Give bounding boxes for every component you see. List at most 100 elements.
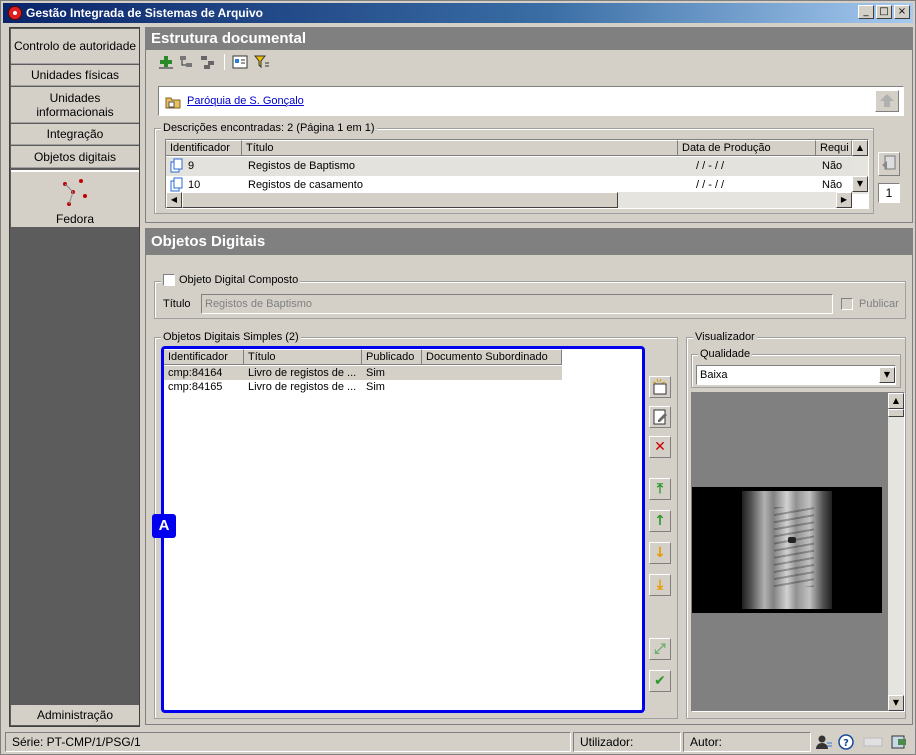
composto-checkbox[interactable] (163, 274, 175, 286)
expand-button[interactable]: ⤢ (649, 638, 671, 660)
app-window: Gestão Integrada de Sistemas de Arquivo … (0, 0, 916, 755)
cell-data: / / - / / (696, 179, 725, 191)
table-row[interactable]: cmp:84164 Livro de registos de ... Sim (164, 366, 562, 380)
arrow-up-icon: ↑ (654, 513, 666, 529)
check-icon: ✔ (654, 673, 666, 689)
up-level-button[interactable] (875, 90, 899, 112)
sidebar-item-controlo-autoridade[interactable]: Controlo de autoridade (11, 29, 139, 64)
new-icon (652, 378, 667, 395)
breadcrumb: Paróquia de S. Gonçalo (158, 86, 904, 116)
column-header[interactable]: Título (242, 140, 678, 156)
column-header[interactable]: Requi (816, 140, 852, 156)
app-icon (8, 6, 22, 20)
table-row[interactable]: 9 Registos de Baptismo / / - / / Não (166, 157, 852, 176)
new-object-button[interactable] (649, 376, 671, 398)
sidebar-item-label: Fedora (55, 212, 95, 226)
scroll-right-button[interactable]: ▶ (836, 192, 852, 208)
column-header[interactable]: Identificador (166, 140, 242, 156)
sidebar-item-administracao[interactable]: Administração (11, 705, 139, 725)
qualidade-select[interactable]: Baixa ▼ (696, 365, 896, 385)
cell-id: 9 (188, 160, 195, 172)
descricoes-table: Identificador Título Data de Produção Re… (165, 139, 869, 209)
cell-id: 10 (188, 179, 201, 191)
move-down-button[interactable]: ↓ (649, 542, 671, 564)
filter-icon[interactable] (254, 54, 270, 70)
delete-icon: ✕ (654, 439, 666, 455)
edit-object-button[interactable] (649, 406, 671, 428)
table-row[interactable]: cmp:84165 Livro de registos de ... Sim (164, 380, 562, 394)
cell-requi: Não (822, 160, 843, 172)
page-navigate-button[interactable] (878, 152, 900, 176)
delete-object-button[interactable]: ✕ (649, 436, 671, 458)
breadcrumb-link[interactable]: Paróquia de S. Gonçalo (187, 95, 304, 107)
user-icon[interactable] (815, 734, 833, 750)
vertical-scrollbar[interactable]: ▲ ▼ (852, 140, 868, 194)
horizontal-scrollbar[interactable]: ◀ ▶ (166, 192, 852, 208)
tree-icon[interactable] (178, 54, 194, 70)
sidebar-item-unidades-fisicas[interactable]: Unidades físicas (11, 65, 139, 86)
expand-icon: ⤢ (654, 641, 666, 657)
simples-table: Identificador Título Publicado Documento… (163, 348, 645, 712)
arrow-down-icon: ↓ (654, 545, 666, 561)
cell-titulo: Livro de registos de ... (248, 381, 357, 393)
simples-group: Objetos Digitais Simples (2) Identificad… (154, 331, 678, 719)
maximize-button[interactable]: □ (876, 5, 892, 19)
column-header[interactable]: Identificador (164, 349, 244, 365)
move-top-button[interactable]: ⤒ (649, 478, 671, 500)
report-icon[interactable] (232, 54, 248, 70)
column-header[interactable]: Título (244, 349, 362, 365)
cell-publicado: Sim (366, 381, 385, 393)
tree-multi-icon[interactable] (200, 54, 216, 70)
sidebar-item-objetos-digitais[interactable]: Objetos digitais (11, 146, 139, 168)
publicar-checkbox[interactable] (841, 298, 853, 310)
move-up-button[interactable]: ↑ (649, 510, 671, 532)
page-number-field[interactable]: 1 (878, 183, 900, 203)
scroll-down-button[interactable]: ▼ (888, 695, 904, 711)
scroll-up-button[interactable]: ▲ (852, 140, 868, 156)
qualidade-label: Qualidade (698, 348, 753, 360)
edit-icon (653, 409, 667, 425)
close-button[interactable]: × (894, 5, 910, 19)
help-icon[interactable]: ? (837, 734, 855, 750)
column-header[interactable]: Publicado (362, 349, 422, 365)
qualidade-value: Baixa (700, 369, 728, 381)
title-bar: Gestão Integrada de Sistemas de Arquivo … (3, 3, 913, 23)
arrow-bottom-icon: ⤓ (656, 577, 664, 593)
svg-text:?: ? (843, 738, 849, 749)
exit-icon[interactable] (889, 734, 909, 750)
panel-title: Objetos Digitais (146, 229, 912, 255)
minimize-button[interactable]: _ (858, 5, 874, 19)
status-autor: Autor: (683, 732, 811, 752)
scroll-thumb[interactable] (182, 192, 618, 208)
page-icon (882, 155, 896, 170)
arrow-top-icon: ⤒ (656, 481, 664, 497)
add-icon[interactable] (158, 54, 174, 70)
scroll-thumb[interactable] (888, 409, 904, 417)
document-icon (170, 158, 183, 173)
scroll-up-button[interactable]: ▲ (888, 393, 904, 409)
descricoes-group: Descrições encontradas: 2 (Página 1 em 1… (154, 122, 874, 214)
scroll-left-button[interactable]: ◀ (166, 192, 182, 208)
sidebar-item-unidades-informacionais[interactable]: Unidades informacionais (11, 87, 139, 123)
annotation-badge: A (152, 514, 176, 538)
panel-title: Estrutura documental (146, 28, 912, 50)
cell-id: cmp:84165 (168, 381, 223, 393)
confirm-button[interactable]: ✔ (649, 670, 671, 692)
titulo-field[interactable]: Registos de Baptismo (201, 294, 833, 314)
sidebar-item-integracao[interactable]: Integração (11, 124, 139, 145)
arrow-up-icon (880, 94, 894, 107)
column-header[interactable]: Data de Produção (678, 140, 816, 156)
disabled-action-icon (861, 734, 885, 750)
move-bottom-button[interactable]: ⤓ (649, 574, 671, 596)
cell-requi: Não (822, 179, 843, 191)
sidebar-item-fedora[interactable]: Fedora (11, 170, 139, 227)
viewer-scrollbar[interactable]: ▲ ▼ (888, 393, 904, 711)
scroll-down-button[interactable]: ▼ (852, 176, 868, 192)
chevron-down-icon[interactable]: ▼ (879, 367, 895, 383)
image-viewer[interactable]: ▲ ▼ (691, 392, 905, 712)
status-bar: Série: PT-CMP/1/PSG/1 Utilizador: Autor:… (5, 732, 913, 752)
column-header[interactable]: Documento Subordinado (422, 349, 562, 365)
status-utilizador: Utilizador: (573, 732, 681, 752)
cell-titulo: Registos de Baptismo (248, 160, 355, 172)
visualizador-label: Visualizador (693, 331, 757, 343)
